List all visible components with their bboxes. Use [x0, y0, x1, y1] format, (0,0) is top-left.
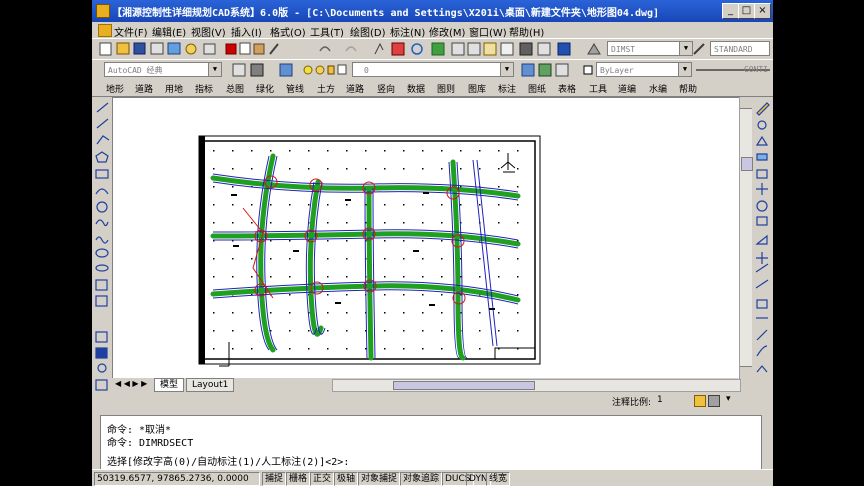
toggle-polar[interactable]: 极轴 [334, 472, 359, 486]
xy-menu-earthwork[interactable]: 土方 [317, 82, 335, 95]
coordinate-readout[interactable]: 50319.6577, 97865.2736, 0.0000 [94, 472, 260, 486]
textstyle-value: STANDARD [714, 45, 753, 54]
menu-window[interactable]: 窗口(W) [469, 24, 507, 39]
xiangyuan-menu-bar: 地形 道路 用地 指标 总图 绿化 管线 土方 道路 竖向 数据 图则 图库 标… [92, 80, 773, 97]
tab-layout1[interactable]: Layout1 [186, 378, 235, 392]
menu-file[interactable]: 文件(F) [114, 24, 148, 39]
xy-menu-index[interactable]: 指标 [195, 82, 213, 95]
menu-tools[interactable]: 工具(T) [310, 24, 344, 39]
toggle-snap[interactable]: 捕捉 [262, 472, 287, 486]
tab-nav-arrows[interactable]: ◀ ◀ ▶ ▶ [115, 379, 147, 388]
xy-menu-sheet[interactable]: 图纸 [528, 82, 546, 95]
doc-icon [98, 24, 112, 37]
scroll-up-icon[interactable] [740, 97, 752, 109]
toggle-otrack[interactable]: 对象追踪 [400, 472, 443, 486]
xy-menu-help[interactable]: 帮助 [679, 82, 697, 95]
layer-value: 0 [364, 66, 369, 75]
hscroll-thumb[interactable] [393, 381, 535, 390]
toggle-osnap[interactable]: 对象捕捉 [358, 472, 401, 486]
chevron-down-icon[interactable]: ▼ [678, 63, 691, 76]
draw-toolbar: A [94, 100, 111, 410]
xy-menu-terrain[interactable]: 地形 [106, 82, 124, 95]
horizontal-scrollbar[interactable] [332, 379, 741, 392]
dimstyle-value: DIMST [611, 45, 636, 54]
minimize-button[interactable]: _ [722, 3, 739, 19]
menu-view[interactable]: 视图(V) [191, 24, 226, 39]
color-combo[interactable]: ByLayer ▼ [596, 62, 692, 77]
annotation-visibility-icon[interactable] [708, 395, 720, 407]
vertical-scrollbar[interactable] [739, 97, 753, 378]
xy-menu-road[interactable]: 道路 [135, 82, 153, 95]
modify-toolbar [754, 100, 771, 380]
window-title: 【湘源控制性详细规划CAD系统】6.0版 - [C:\Documents and… [112, 8, 660, 19]
menu-dimension[interactable]: 标注(N) [390, 24, 425, 39]
standard-toolbar: DIMST ▼ STANDARD [92, 38, 773, 60]
toggle-grid[interactable]: 栅格 [286, 472, 311, 486]
command-prompt[interactable]: 选择[修改字高(0)/自动标注(1)/人工标注(2)]<2>: [107, 453, 349, 468]
menu-modify[interactable]: 修改(M) [429, 24, 465, 39]
xy-menu-annotate[interactable]: 标注 [498, 82, 516, 95]
xy-menu-library[interactable]: 图库 [468, 82, 486, 95]
chevron-down-icon[interactable]: ▼ [679, 42, 692, 55]
textstyle-combo[interactable]: STANDARD [710, 41, 770, 56]
command-window[interactable]: 命令: *取消* 命令: DIMRDSECT 选择[修改字高(0)/自动标注(1… [100, 415, 762, 470]
xy-menu-landuse[interactable]: 用地 [165, 82, 183, 95]
layers-toolbar: AutoCAD 经典 ▼ 0 ▼ ByLayer ▼ CONTI [92, 59, 773, 81]
scroll-thumb[interactable] [741, 157, 753, 171]
annotation-scale-label: 注释比例: [612, 398, 652, 408]
linetype-combo[interactable]: CONTI [710, 62, 770, 77]
xy-menu-siteplan[interactable]: 总图 [226, 82, 244, 95]
status-tray-chevron-icon[interactable]: ▾ [726, 394, 731, 404]
xy-menu-table[interactable]: 表格 [558, 82, 576, 95]
modify-tool-icons[interactable] [755, 102, 770, 373]
xy-menu-tools[interactable]: 工具 [589, 82, 607, 95]
menu-insert[interactable]: 插入(I) [231, 24, 262, 39]
chevron-down-icon[interactable]: ▼ [500, 63, 513, 76]
annotation-bar: 注释比例: 1 ▾ [92, 392, 773, 408]
menu-edit[interactable]: 编辑(E) [152, 24, 186, 39]
command-history-2: 命令: DIMRDSECT [107, 438, 194, 449]
scroll-down-icon[interactable] [740, 366, 752, 378]
maximize-button[interactable]: □ [738, 3, 755, 19]
layer-combo[interactable]: 0 ▼ [352, 62, 514, 77]
title-bar: 【湘源控制性详细规划CAD系统】6.0版 - [C:\Documents and… [92, 0, 773, 22]
cad-window: 【湘源控制性详细规划CAD系统】6.0版 - [C:\Documents and… [92, 0, 773, 486]
app-icon [96, 4, 110, 18]
menu-draw[interactable]: 绘图(D) [350, 24, 386, 39]
menu-help[interactable]: 帮助(H) [509, 24, 544, 39]
toggle-ortho[interactable]: 正交 [310, 472, 335, 486]
xy-menu-water-edit[interactable]: 水编 [649, 82, 667, 95]
xy-menu-data[interactable]: 数据 [407, 82, 425, 95]
annotation-icon[interactable] [694, 395, 706, 407]
xy-menu-pipeline[interactable]: 管线 [286, 82, 304, 95]
xy-menu-road2[interactable]: 道路 [346, 82, 364, 95]
menu-bar: 文件(F) 编辑(E) 视图(V) 插入(I) 格式(O) 工具(T) 绘图(D… [92, 22, 773, 39]
menu-format[interactable]: 格式(O) [270, 24, 306, 39]
linetype-value: CONTI [743, 65, 768, 74]
color-value: ByLayer [600, 66, 634, 75]
xy-menu-drawing-rules[interactable]: 图则 [437, 82, 455, 95]
xy-menu-vertical[interactable]: 竖向 [377, 82, 395, 95]
xy-menu-road-edit[interactable]: 道编 [618, 82, 636, 95]
xy-menu-greening[interactable]: 绿化 [256, 82, 274, 95]
close-button[interactable]: × [754, 3, 771, 19]
drawing-canvas[interactable] [112, 97, 740, 380]
dimstyle-combo[interactable]: DIMST ▼ [607, 41, 693, 56]
tab-model[interactable]: 模型 [154, 378, 185, 392]
status-bar: 50319.6577, 97865.2736, 0.0000 捕捉 栅格 正交 … [92, 469, 773, 486]
annotation-scale-value[interactable]: 1 [657, 395, 663, 405]
draw-tool-icons[interactable] [95, 102, 110, 391]
toggle-lineweight[interactable]: 线宽 [486, 472, 511, 486]
